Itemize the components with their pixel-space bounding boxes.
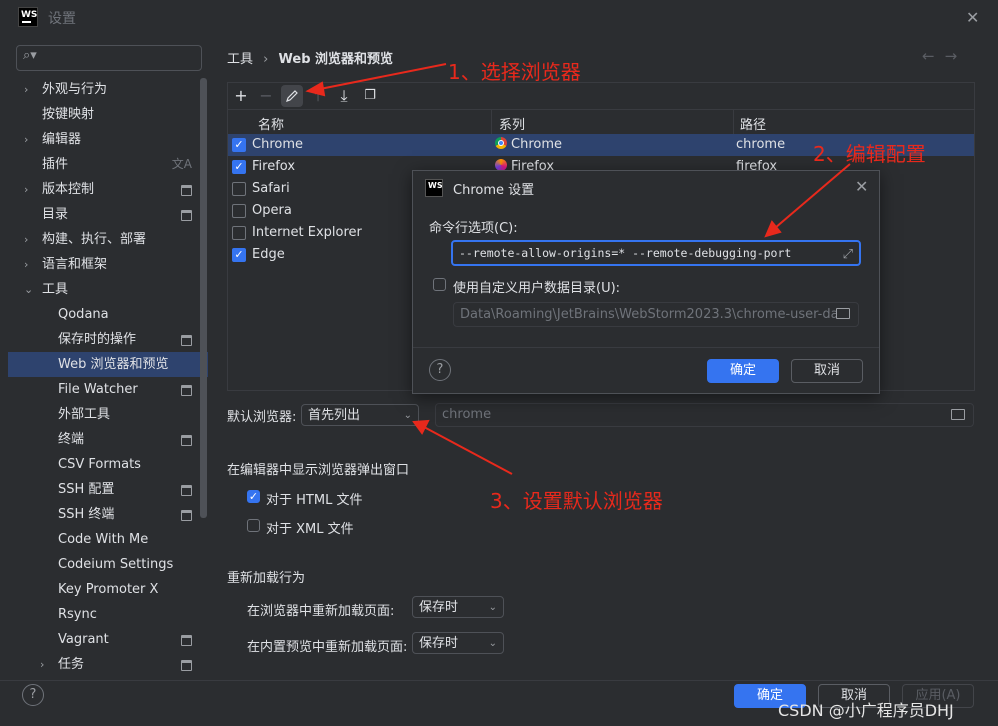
- annotation-arrows: [305, 63, 851, 475]
- arrow-2-head: [764, 220, 782, 238]
- arrow-3-head: [412, 419, 430, 435]
- arrow-1-head: [305, 81, 326, 97]
- annotation-step-2: 2、编辑配置: [813, 142, 926, 166]
- annotation-step-1: 1、选择浏览器: [448, 60, 581, 84]
- annotation-step-3: 3、设置默认浏览器: [490, 489, 663, 513]
- arrow-1: [319, 63, 447, 90]
- arrow-3: [423, 426, 513, 475]
- csdn-watermark: CSDN @小广程序员DHJ: [778, 701, 954, 720]
- arrow-2: [774, 163, 851, 229]
